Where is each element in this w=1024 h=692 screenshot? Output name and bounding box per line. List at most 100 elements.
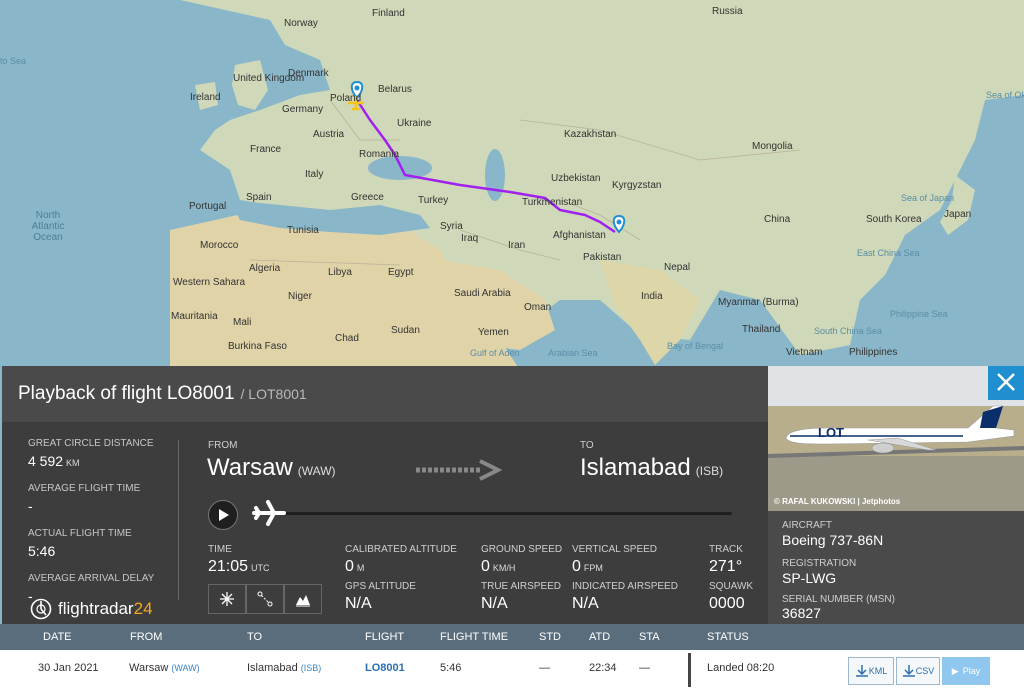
- panel-title: Playback of flight LO8001 / LOT8001: [18, 383, 307, 405]
- map-label-country: Ireland: [190, 92, 221, 103]
- map-label-country: Spain: [246, 192, 272, 203]
- map-label-country: Austria: [313, 129, 345, 140]
- altitude-graph-button[interactable]: [284, 584, 322, 614]
- row-flight-link[interactable]: LO8001: [365, 662, 405, 674]
- map-label-sea: to Sea: [0, 56, 27, 66]
- map-label-country: Mauritania: [171, 311, 218, 322]
- ground-speed-value: 0 KM/H: [481, 558, 515, 576]
- map-label-sea: Arabian Sea: [548, 348, 598, 358]
- serial-value: 36827: [782, 605, 821, 621]
- vertical-speed-unit: FPM: [583, 563, 603, 573]
- play-small-icon: ▶: [951, 665, 959, 676]
- cockpit-view-button[interactable]: [208, 584, 246, 614]
- vertical-speed-value: 0 FPM: [572, 558, 603, 576]
- avg-flight-time-label: AVERAGE FLIGHT TIME: [28, 483, 141, 494]
- panel-header: Playback of flight LO8001 / LOT8001: [2, 366, 768, 422]
- map-label-country: Uzbekistan: [551, 173, 601, 184]
- calibrated-altitude-value: 0M: [345, 558, 364, 576]
- squawk-value: 0000: [709, 595, 745, 612]
- table-row[interactable]: 30 Jan 2021 Warsaw (WAW) Islamabad (ISB) L…: [0, 650, 1024, 692]
- col-to: TO: [247, 631, 263, 643]
- map-label-country: Thailand: [742, 324, 781, 335]
- playback-timeline[interactable]: [270, 512, 732, 515]
- from-city: Warsaw (WAW): [207, 454, 336, 482]
- close-icon: [997, 373, 1015, 391]
- map-label-country: Japan: [944, 209, 972, 220]
- time-label: TIME: [208, 544, 232, 555]
- map-label-country: Poland: [330, 93, 362, 104]
- map-label-country: India: [641, 291, 663, 302]
- flightradar-logo[interactable]: flightradar24: [30, 598, 153, 620]
- map-label-country: France: [250, 144, 282, 155]
- map-label-country: Ukraine: [397, 118, 432, 129]
- great-circle-number: 4 592: [28, 453, 64, 469]
- play-button[interactable]: [208, 500, 238, 530]
- map-label-country: Oman: [524, 302, 552, 313]
- map-label-country: Sudan: [391, 325, 420, 336]
- cal-alt-unit: M: [356, 563, 365, 573]
- row-flight-time: 5:46: [440, 662, 462, 674]
- to-code: (ISB): [695, 464, 724, 478]
- map-label-country: Greece: [351, 192, 384, 203]
- map-label-country: Iraq: [461, 233, 479, 244]
- map-label-country: Italy: [305, 169, 324, 180]
- playback-panel: Playback of flight LO8001 / LOT8001 GREAT…: [2, 366, 768, 624]
- status-marker: [688, 653, 691, 687]
- from-city-name: Warsaw: [207, 454, 293, 481]
- flight-history-table: DATE FROM TO FLIGHT FLIGHT TIME STD ATD …: [0, 624, 1024, 692]
- map-label-country: Mali: [233, 317, 252, 328]
- map-label-country: Burkina Faso: [228, 341, 287, 352]
- livery-text: LOT: [818, 425, 844, 440]
- row-to-code: (ISB): [300, 663, 322, 673]
- track-label: TRACK: [709, 544, 743, 555]
- flight-stats: GREAT CIRCLE DISTANCE 4 592 KM AVERAGE FL…: [28, 438, 178, 604]
- track-value: 271°: [709, 558, 743, 575]
- close-button[interactable]: [988, 366, 1024, 400]
- row-to: Islamabad (ISB): [247, 662, 321, 674]
- play-flight-button[interactable]: ▶ Play: [942, 657, 990, 685]
- route-view-button[interactable]: [246, 584, 284, 614]
- map-label-sea: East China Sea: [857, 248, 920, 258]
- col-status: STATUS: [707, 631, 749, 643]
- avg-arrival-delay-label: AVERAGE ARRIVAL DELAY: [28, 573, 155, 584]
- row-sta: —: [639, 662, 650, 674]
- map-label-country: Turkmenistan: [522, 197, 583, 208]
- actual-flight-time-value: 5:46: [28, 543, 56, 559]
- map-label-country: Morocco: [200, 240, 239, 251]
- cal-alt-number: 0: [345, 558, 354, 575]
- col-from: FROM: [130, 631, 163, 643]
- map-label-sea: South China Sea: [814, 326, 883, 336]
- ground-speed-label: GROUND SPEED: [481, 544, 563, 555]
- map-label-country: Algeria: [249, 263, 281, 274]
- serial-label: SERIAL NUMBER (MSN): [782, 594, 895, 605]
- panel-divider: [178, 440, 179, 600]
- time-unit: UTC: [251, 563, 270, 573]
- photo-credit[interactable]: © RAFAL KUKOWSKI | Jetphotos: [774, 497, 900, 506]
- map-label-sea: North Atlantic Ocean: [31, 210, 65, 243]
- great-circle-unit: KM: [66, 458, 80, 468]
- download-icon: [902, 665, 915, 677]
- caspian-sea: [485, 149, 505, 201]
- map-label-country: United Kingdom: [233, 73, 305, 84]
- map-label-country: Vietnam: [786, 347, 823, 358]
- map-label-country: Kyrgyzstan: [612, 180, 662, 191]
- csv-label: CSV: [915, 666, 935, 676]
- map-label-country: Yemen: [478, 327, 509, 338]
- graph-icon: [296, 595, 310, 607]
- map-label-sea: Bay of Bengal: [667, 341, 724, 351]
- col-date: DATE: [43, 631, 72, 643]
- table-header: DATE FROM TO FLIGHT FLIGHT TIME STD ATD …: [0, 624, 1024, 650]
- route-icon: [257, 591, 273, 607]
- playback-slider-plane-icon[interactable]: [252, 499, 286, 527]
- kml-download-button[interactable]: KML: [848, 657, 894, 685]
- gps-altitude-label: GPS ALTITUDE: [345, 581, 416, 592]
- aircraft-photo-image: LOT: [768, 366, 1024, 511]
- ground-speed-number: 0: [481, 558, 490, 575]
- true-airspeed-label: TRUE AIRSPEED: [481, 581, 562, 592]
- map-label-country: Niger: [288, 291, 312, 302]
- col-atd: ATD: [589, 631, 611, 643]
- csv-download-button[interactable]: CSV: [896, 657, 940, 685]
- aircraft-photo[interactable]: LOT © RAFAL KUKOWSKI | Jetphotos: [768, 366, 1024, 511]
- callsign-subtitle: / LOT8001: [240, 386, 307, 402]
- logo-word: flightradar: [58, 599, 134, 618]
